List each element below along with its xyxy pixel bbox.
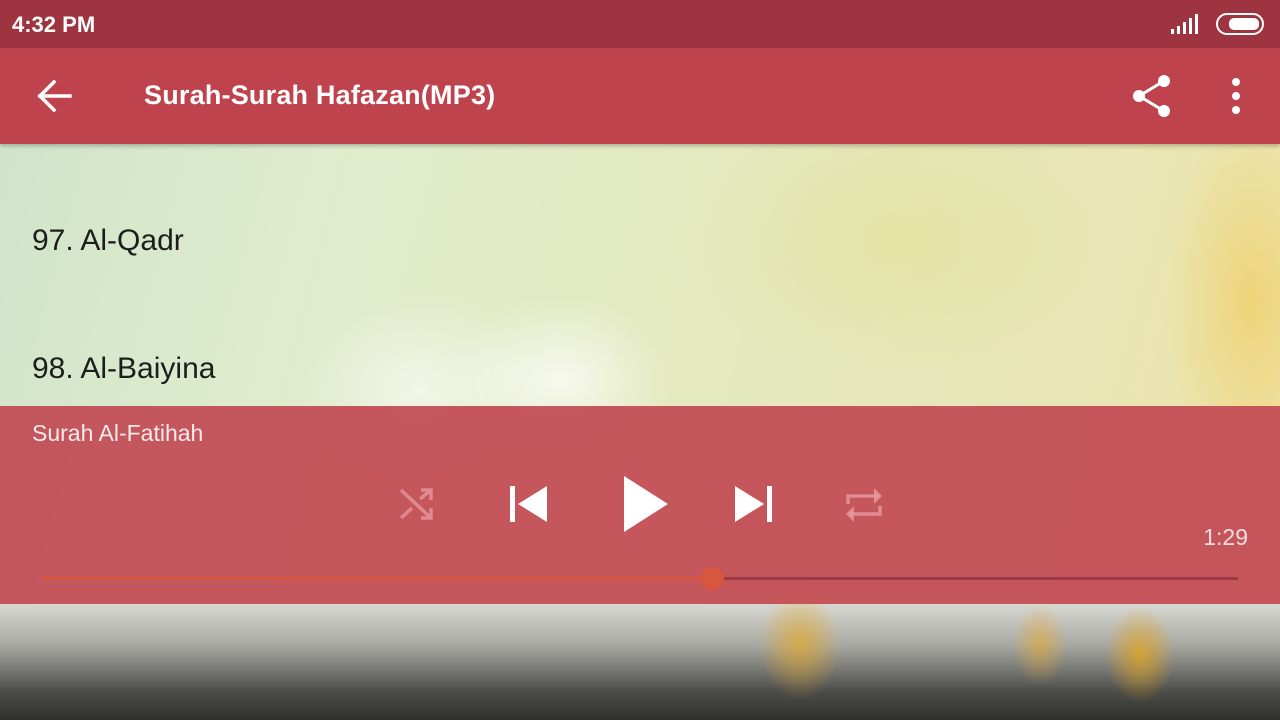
next-icon[interactable] — [732, 484, 776, 524]
list-item-label: 97. Al-Qadr — [32, 224, 184, 257]
play-icon[interactable] — [620, 474, 672, 534]
player-panel: Surah Al-Fatihah 1:29 — [0, 406, 1280, 604]
list-item[interactable]: 97. Al-Qadr — [0, 176, 1280, 304]
signal-icon — [1171, 14, 1198, 34]
seek-bar[interactable] — [42, 567, 1238, 590]
more-vert-icon[interactable] — [1220, 72, 1252, 120]
now-playing-title: Surah Al-Fatihah — [32, 420, 204, 446]
battery-icon — [1216, 13, 1264, 35]
list-item-label: 98. Al-Baiyina — [32, 352, 216, 385]
status-bar: 4:32 PM — [0, 0, 1280, 48]
app-bar: Surah-Surah Hafazan(MP3) — [0, 48, 1280, 144]
background-image-bottom — [0, 604, 1280, 720]
page-title: Surah-Surah Hafazan(MP3) — [144, 80, 496, 110]
share-icon[interactable] — [1128, 72, 1176, 120]
previous-icon[interactable] — [506, 484, 550, 524]
shuffle-icon[interactable] — [396, 484, 436, 524]
repeat-icon[interactable] — [842, 484, 886, 526]
status-time: 4:32 PM — [12, 12, 96, 37]
elapsed-time: 1:29 — [1203, 524, 1248, 550]
seek-bar-progress — [42, 577, 712, 580]
seek-bar-thumb[interactable] — [700, 567, 724, 590]
back-arrow-icon[interactable] — [32, 76, 80, 116]
